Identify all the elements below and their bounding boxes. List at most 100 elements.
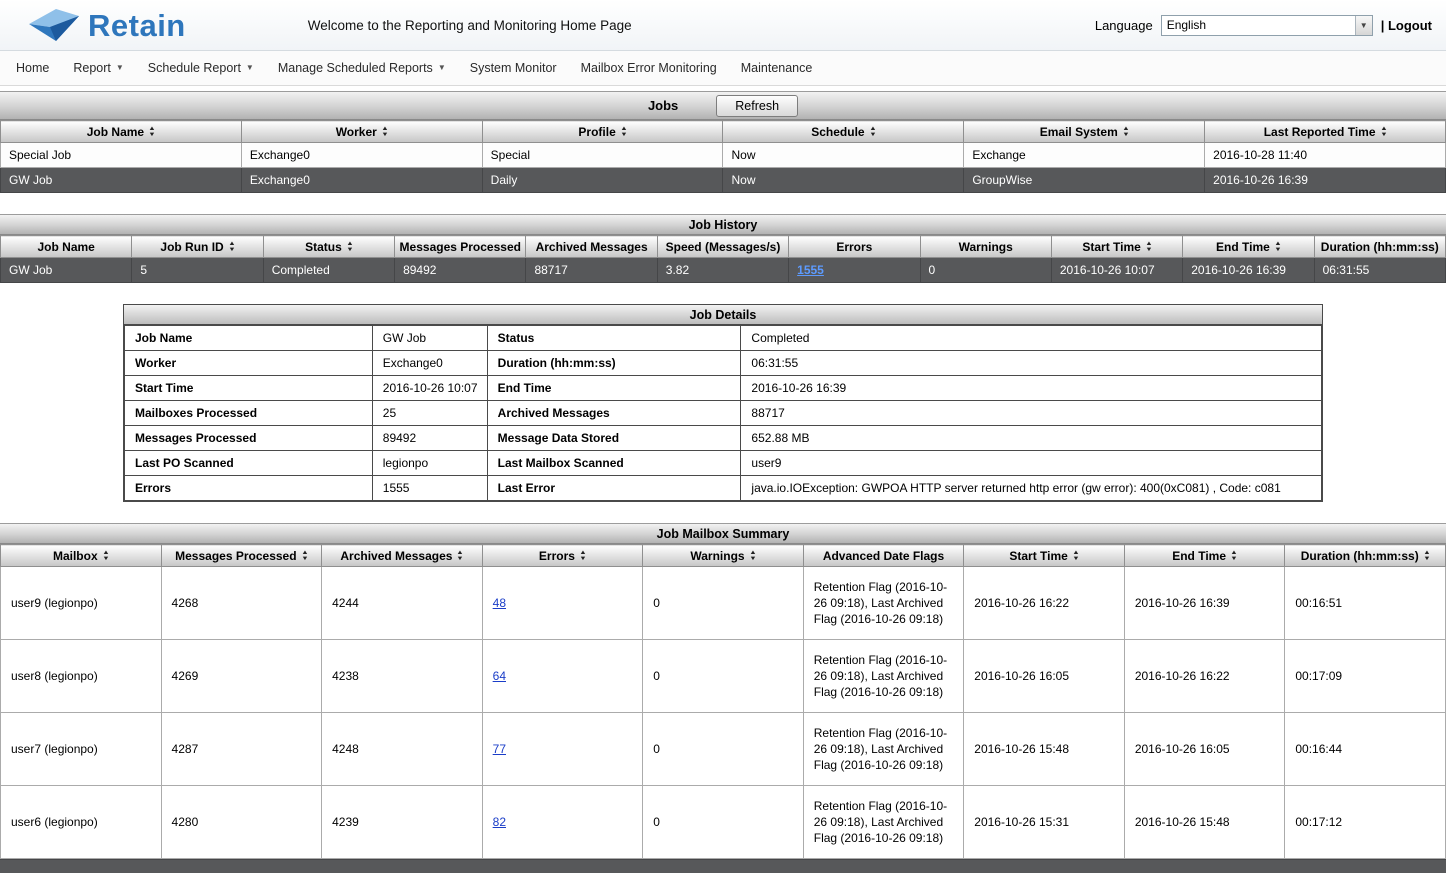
column-label: Warnings [690, 549, 744, 563]
detail-value: 2016-10-26 10:07 [372, 376, 487, 401]
summary-column-messages-processed[interactable]: Messages Processed [161, 545, 322, 567]
cell-start-time: 2016-10-26 15:31 [964, 786, 1125, 859]
cell-mailbox: user7 (legionpo) [1, 713, 162, 786]
cell-warnings: 0 [643, 786, 804, 859]
jobs-column-email-system[interactable]: Email System [964, 121, 1205, 143]
jobs-column-last-reported-time[interactable]: Last Reported Time [1205, 121, 1446, 143]
details-row: Mailboxes Processed 25 Archived Messages… [125, 401, 1322, 426]
detail-label: Status [487, 326, 741, 351]
cell-messages-processed: 4268 [161, 567, 322, 640]
spacer [0, 502, 1446, 523]
jobs-column-schedule[interactable]: Schedule [723, 121, 964, 143]
job-history-header-row: Job Name Job Run ID Status Messages Proc… [1, 236, 1446, 258]
detail-value: 06:31:55 [741, 351, 1322, 376]
errors-count-link[interactable]: 82 [493, 815, 506, 829]
history-column-start-time[interactable]: Start Time [1051, 236, 1182, 258]
errors-count-link[interactable]: 77 [493, 742, 506, 756]
summary-column-mailbox[interactable]: Mailbox [1, 545, 162, 567]
detail-value: legionpo [372, 451, 487, 476]
nav-item-schedule-report[interactable]: Schedule Report▼ [148, 61, 254, 75]
retain-logo: Retain [28, 7, 186, 43]
nav-item-system-monitor[interactable]: System Monitor [470, 61, 557, 75]
detail-label: Worker [125, 351, 373, 376]
cell-status: Completed [263, 258, 394, 283]
summary-column-errors[interactable]: Errors [482, 545, 643, 567]
history-column-duration[interactable]: Duration (hh:mm:ss) [1314, 236, 1445, 258]
jobs-row-gw-job-selected[interactable]: GW Job Exchange0 Daily Now GroupWise 201… [1, 168, 1446, 193]
detail-value: GW Job [372, 326, 487, 351]
column-label: Duration (hh:mm:ss) [1321, 240, 1439, 254]
column-label: End Time [1172, 549, 1226, 563]
jobs-column-profile[interactable]: Profile [482, 121, 723, 143]
cell-advanced-date-flags: Retention Flag (2016-10-26 09:18), Last … [803, 567, 964, 640]
history-column-messages-processed[interactable]: Messages Processed [395, 236, 526, 258]
detail-value: 89492 [372, 426, 487, 451]
cell-messages-processed: 4269 [161, 640, 322, 713]
summary-column-start-time[interactable]: Start Time [964, 545, 1125, 567]
column-label: Messages Processed [400, 240, 521, 254]
cell-warnings: 0 [643, 713, 804, 786]
nav-label: Schedule Report [148, 61, 241, 75]
cell-job-name: GW Job [1, 168, 242, 193]
nav-item-mailbox-error-monitoring[interactable]: Mailbox Error Monitoring [581, 61, 717, 75]
history-column-status[interactable]: Status [263, 236, 394, 258]
summary-row-user6: user6 (legionpo) 4280 4239 82 0 Retentio… [1, 786, 1446, 859]
history-column-archived-messages[interactable]: Archived Messages [526, 236, 657, 258]
detail-label: Mailboxes Processed [125, 401, 373, 426]
cell-job-name: GW Job [1, 258, 132, 283]
chevron-down-icon: ▼ [438, 64, 446, 72]
jobs-row-special-job[interactable]: Special Job Exchange0 Special Now Exchan… [1, 143, 1446, 168]
column-label: Job Name [87, 125, 144, 139]
column-label: Advanced Date Flags [823, 549, 944, 563]
detail-label: Last Mailbox Scanned [487, 451, 741, 476]
summary-column-advanced-date-flags[interactable]: Advanced Date Flags [803, 545, 964, 567]
language-select[interactable]: English ▼ [1161, 15, 1373, 36]
jobs-column-job-name[interactable]: Job Name [1, 121, 242, 143]
summary-column-warnings[interactable]: Warnings [643, 545, 804, 567]
job-mailbox-summary-section-header: Job Mailbox Summary [0, 523, 1446, 544]
cell-duration: 00:17:09 [1285, 640, 1446, 713]
job-history-row-selected[interactable]: GW Job 5 Completed 89492 88717 3.82 1555… [1, 258, 1446, 283]
summary-column-end-time[interactable]: End Time [1124, 545, 1285, 567]
nav-item-home[interactable]: Home [16, 61, 49, 75]
cell-start-time: 2016-10-26 15:48 [964, 713, 1125, 786]
errors-count-link[interactable]: 64 [493, 669, 506, 683]
nav-item-manage-scheduled-reports[interactable]: Manage Scheduled Reports▼ [278, 61, 446, 75]
column-label: Schedule [811, 125, 864, 139]
logout-link[interactable]: Logout [1388, 18, 1432, 33]
nav-label: Mailbox Error Monitoring [581, 61, 717, 75]
column-label: Job Run ID [160, 240, 223, 254]
nav-item-report[interactable]: Report▼ [73, 61, 123, 75]
history-column-warnings[interactable]: Warnings [920, 236, 1051, 258]
history-column-job-name[interactable]: Job Name [1, 236, 132, 258]
cell-errors: 64 [482, 640, 643, 713]
refresh-button[interactable]: Refresh [716, 95, 798, 117]
history-column-end-time[interactable]: End Time [1183, 236, 1314, 258]
history-column-job-run-id[interactable]: Job Run ID [132, 236, 263, 258]
jobs-column-worker[interactable]: Worker [241, 121, 482, 143]
cell-mailbox: user9 (legionpo) [1, 567, 162, 640]
detail-value: 25 [372, 401, 487, 426]
summary-column-archived-messages[interactable]: Archived Messages [322, 545, 483, 567]
nav-item-maintenance[interactable]: Maintenance [741, 61, 813, 75]
history-column-speed[interactable]: Speed (Messages/s) [657, 236, 788, 258]
details-row: Start Time 2016-10-26 10:07 End Time 201… [125, 376, 1322, 401]
summary-column-duration[interactable]: Duration (hh:mm:ss) [1285, 545, 1446, 567]
summary-row-user7: user7 (legionpo) 4287 4248 77 0 Retentio… [1, 713, 1446, 786]
history-column-errors[interactable]: Errors [789, 236, 920, 258]
detail-value: 652.88 MB [741, 426, 1322, 451]
top-header: Retain Welcome to the Reporting and Moni… [0, 0, 1446, 51]
column-label: Archived Messages [340, 549, 452, 563]
cell-job-name: Special Job [1, 143, 242, 168]
select-dropdown-arrow-icon[interactable]: ▼ [1355, 16, 1372, 35]
details-row: Errors 1555 Last Error java.io.IOExcepti… [125, 476, 1322, 501]
column-label: Job Name [38, 240, 95, 254]
errors-count-link[interactable]: 48 [493, 596, 506, 610]
cell-last-reported: 2016-10-28 11:40 [1205, 143, 1446, 168]
column-label: Duration (hh:mm:ss) [1301, 549, 1419, 563]
errors-count-link[interactable]: 1555 [797, 263, 824, 277]
sort-icon [347, 241, 353, 253]
details-row: Messages Processed 89492 Message Data St… [125, 426, 1322, 451]
jobs-header-row: Job Name Worker Profile Schedule Email S… [1, 121, 1446, 143]
cell-archived-messages: 4244 [322, 567, 483, 640]
